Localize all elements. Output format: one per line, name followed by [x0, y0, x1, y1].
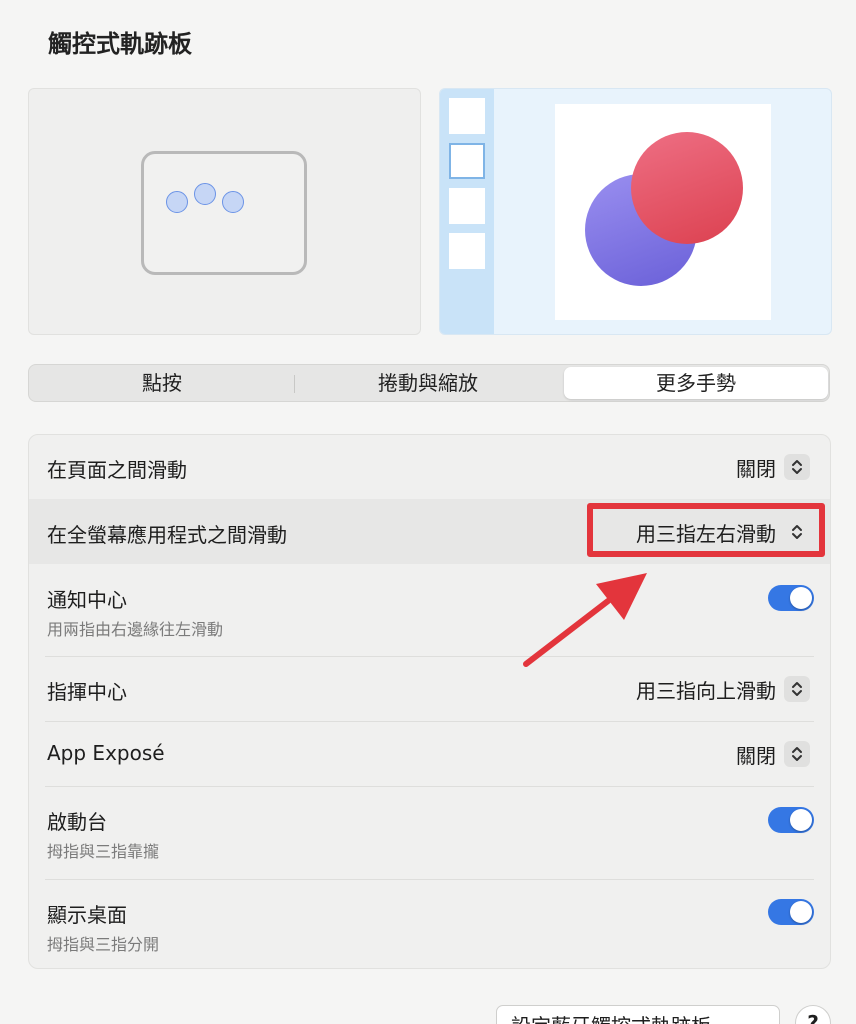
row-swipe-between-fullscreen-apps: 在全螢幕應用程式之間滑動 用三指左右滑動: [29, 499, 830, 564]
row-show-desktop: 顯示桌面 拇指與三指分開: [29, 880, 830, 968]
app-expose-label: App Exposé: [47, 741, 165, 765]
page-thumbnail: [449, 188, 485, 224]
finger-dot: [222, 191, 244, 213]
page-title: 觸控式軌跡板: [48, 30, 192, 58]
toggle-knob: [790, 809, 812, 831]
document-page: [555, 104, 771, 320]
setup-bluetooth-trackpad-button[interactable]: 設定藍牙觸控式軌跡板⋯: [496, 1005, 780, 1024]
trackpad-illustration: [141, 151, 307, 275]
show-desktop-toggle[interactable]: [768, 899, 814, 925]
finger-dot: [194, 183, 216, 205]
show-desktop-label: 顯示桌面: [47, 903, 127, 927]
tab-scroll-zoom[interactable]: 捲動與縮放: [295, 367, 561, 399]
mission-control-popup[interactable]: 用三指向上滑動: [636, 674, 810, 704]
gesture-result-preview: [439, 88, 832, 335]
launchpad-label: 啟動台: [47, 810, 107, 834]
launchpad-description: 拇指與三指靠攏: [47, 842, 160, 861]
finger-dot: [166, 191, 188, 213]
red-circle-graphic: [631, 132, 743, 244]
up-down-chevron-icon: [784, 519, 810, 545]
toggle-knob: [790, 901, 812, 923]
row-mission-control: 指揮中心 用三指向上滑動: [29, 657, 830, 721]
row-swipe-between-pages: 在頁面之間滑動 關閉: [29, 435, 830, 499]
tab-more-gestures[interactable]: 更多手勢: [564, 367, 828, 399]
up-down-chevron-icon: [784, 741, 810, 767]
thumbnail-sidebar: [440, 89, 494, 334]
notification-center-toggle[interactable]: [768, 585, 814, 611]
up-down-chevron-icon: [784, 454, 810, 480]
app-expose-value: 關閉: [736, 743, 776, 768]
launchpad-toggle[interactable]: [768, 807, 814, 833]
more-gestures-settings: 在頁面之間滑動 關閉 在全螢幕應用程式之間滑動 用三指左右滑動 通知中心 用兩指…: [28, 434, 831, 969]
mission-control-label: 指揮中心: [47, 680, 127, 704]
row-app-expose: App Exposé 關閉: [29, 722, 830, 786]
swipe-pages-value: 關閉: [736, 456, 776, 481]
swipe-pages-label: 在頁面之間滑動: [47, 458, 187, 482]
page-thumbnail: [449, 233, 485, 269]
swipe-fullscreen-value: 用三指左右滑動: [636, 521, 776, 546]
notification-center-label: 通知中心: [47, 588, 127, 612]
mission-control-value: 用三指向上滑動: [636, 678, 776, 703]
swipe-fullscreen-label: 在全螢幕應用程式之間滑動: [47, 523, 287, 547]
row-launchpad: 啟動台 拇指與三指靠攏: [29, 787, 830, 879]
gesture-tab-bar: 點按 捲動與縮放 更多手勢: [28, 364, 830, 402]
swipe-pages-popup[interactable]: 關閉: [736, 452, 810, 482]
swipe-fullscreen-popup[interactable]: 用三指左右滑動: [636, 517, 810, 547]
row-notification-center: 通知中心 用兩指由右邊緣往左滑動: [29, 564, 830, 656]
tab-point-click[interactable]: 點按: [31, 367, 293, 399]
toggle-knob: [790, 587, 812, 609]
show-desktop-description: 拇指與三指分開: [47, 935, 160, 954]
app-expose-popup[interactable]: 關閉: [736, 739, 810, 769]
up-down-chevron-icon: [784, 676, 810, 702]
page-thumbnail: [449, 98, 485, 134]
help-button[interactable]: ?: [795, 1005, 831, 1024]
gesture-trackpad-preview: [28, 88, 421, 335]
page-thumbnail-active: [449, 143, 485, 179]
notification-center-description: 用兩指由右邊緣往左滑動: [47, 620, 224, 639]
